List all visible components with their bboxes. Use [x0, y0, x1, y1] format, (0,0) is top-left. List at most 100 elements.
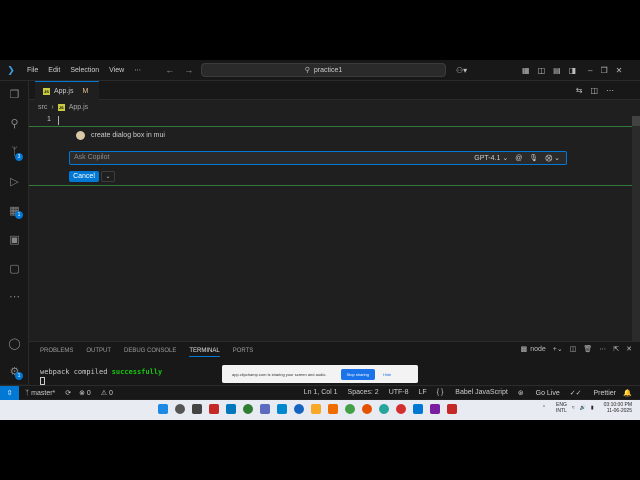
outlook-icon[interactable] — [277, 404, 287, 414]
layout-customize-icon[interactable]: ▦ — [518, 66, 534, 75]
open-changes-icon[interactable]: ⇆ — [572, 86, 587, 95]
store-icon[interactable] — [226, 404, 236, 414]
tab-ports[interactable]: PORTS — [233, 348, 254, 357]
remote-indicator-icon[interactable]: ⇳ — [0, 386, 19, 400]
vscode-taskbar-icon[interactable] — [413, 404, 423, 414]
split-terminal-icon[interactable]: ◫ — [570, 345, 577, 353]
workspace-name: practice1 — [313, 66, 343, 74]
tab-debug-console[interactable]: DEBUG CONSOLE — [124, 348, 176, 357]
cancel-button[interactable]: Cancel — [69, 171, 99, 182]
settings-gear-icon[interactable]: ⚙ 1 — [0, 360, 29, 382]
opera-icon[interactable] — [396, 404, 406, 414]
menu-view[interactable]: View — [104, 67, 129, 74]
language-mode[interactable]: { } Babel JavaScript — [437, 389, 508, 397]
whatsapp-icon[interactable] — [243, 404, 253, 414]
teams-icon[interactable] — [260, 404, 270, 414]
terminal-icon: ▩ — [520, 346, 528, 353]
stop-sharing-button[interactable]: Stop sharing — [340, 368, 375, 380]
prettier-status[interactable]: ✓✓ Prettier — [570, 389, 616, 397]
search-icon[interactable] — [175, 404, 185, 414]
command-center-search[interactable]: ⚲ practice1 — [201, 63, 446, 77]
inline-chat-border-bottom — [29, 185, 632, 186]
more-actions-icon[interactable]: ⋯ — [602, 86, 618, 95]
split-editor-icon[interactable]: ◫ — [586, 86, 602, 95]
remote-explorer-icon[interactable]: ▣ — [0, 228, 29, 250]
minimize-icon[interactable]: – — [584, 66, 596, 75]
copilot-menu[interactable]: ⚇▾ — [452, 60, 471, 81]
menu-file[interactable]: File — [22, 67, 43, 74]
terminal-text: webpack compiled — [40, 368, 112, 376]
accounts-icon[interactable]: ◯ — [0, 332, 29, 354]
ask-copilot-input[interactable]: Ask Copilot — [74, 154, 109, 161]
extensions-badge: 1 — [15, 211, 23, 219]
task-view-icon[interactable] — [192, 404, 202, 414]
breadcrumb-folder[interactable]: src — [38, 104, 47, 111]
tab-problems[interactable]: PROBLEMS — [40, 348, 73, 357]
ask-copilot-input-box[interactable]: Ask Copilot GPT-4.1 ⌄ @ 🎙 ⨂ ⌄ — [69, 151, 567, 165]
toggle-sidebar-icon[interactable]: ◫ — [534, 66, 550, 75]
hide-link[interactable]: Hide — [383, 372, 391, 377]
clipchamp-icon[interactable] — [447, 404, 457, 414]
explorer-icon[interactable]: ❐ — [0, 83, 29, 105]
cursor-position[interactable]: Ln 1, Col 1 — [304, 389, 338, 397]
more-icon[interactable]: ⋯ — [599, 345, 606, 353]
scrollbar-thumb[interactable] — [632, 116, 640, 126]
tray-overflow-icon[interactable]: ⌃ — [542, 405, 546, 411]
back-arrow-icon[interactable]: ← — [160, 65, 179, 75]
terminal-name[interactable]: node — [530, 346, 546, 353]
close-panel-icon[interactable]: ✕ — [626, 345, 632, 353]
app-icon-red[interactable] — [209, 404, 219, 414]
firefox-icon[interactable] — [362, 404, 372, 414]
tab-app-js[interactable]: JS App.js M — [35, 81, 99, 100]
terminal-cursor — [40, 377, 45, 385]
microphone-icon[interactable]: 🎙 — [529, 154, 538, 162]
more-views-icon[interactable]: ⋯ — [0, 285, 29, 307]
menu-edit[interactable]: Edit — [43, 67, 65, 74]
volume-icon[interactable]: 🔊 — [580, 405, 586, 411]
forward-arrow-icon[interactable]: → — [179, 65, 198, 75]
run-debug-icon[interactable]: ▷ — [0, 170, 29, 192]
tab-output[interactable]: OUTPUT — [86, 348, 111, 357]
edge-icon[interactable] — [379, 404, 389, 414]
maximize-panel-icon[interactable]: ⇱ — [613, 345, 619, 353]
input-language[interactable]: ENG INTL — [551, 402, 567, 414]
go-live-status[interactable]: ⊛ Go Live — [518, 389, 560, 397]
model-picker[interactable]: GPT-4.1 ⌄ — [467, 154, 508, 162]
toggle-panel-icon[interactable]: ▤ — [549, 66, 565, 75]
menu-more[interactable]: ⋯ — [129, 66, 146, 74]
editor-scrollbar[interactable] — [632, 116, 640, 341]
toggle-secondary-sidebar-icon[interactable]: ◨ — [565, 66, 581, 75]
encoding[interactable]: UTF-8 — [389, 389, 409, 397]
chrome-icon[interactable] — [345, 404, 355, 414]
letterbox-bottom — [0, 420, 640, 480]
close-icon[interactable]: ✕ — [612, 66, 627, 75]
kill-terminal-icon[interactable]: 🗑 — [583, 345, 592, 353]
tab-terminal[interactable]: TERMINAL — [189, 348, 220, 357]
branch-status[interactable]: ᛉ master* ⟳ — [25, 389, 71, 397]
testing-icon[interactable]: ▢ — [0, 257, 29, 279]
editor-tabs: JS App.js M ⇆ ◫ ⋯ — [29, 81, 640, 100]
new-terminal-icon[interactable]: +⌄ — [553, 345, 563, 353]
brave-icon[interactable] — [328, 404, 338, 414]
copilot-icon[interactable]: ⚇▾ — [452, 66, 471, 75]
line-ending[interactable]: LF — [419, 389, 427, 397]
indentation[interactable]: Spaces: 2 — [348, 389, 379, 397]
wifi-icon[interactable]: ≈ — [572, 405, 575, 411]
stop-icon[interactable]: ⨂ ⌄ — [545, 154, 560, 162]
app-icon-purple[interactable] — [430, 404, 440, 414]
search-view-icon[interactable]: ⚲ — [0, 112, 29, 134]
menu-selection[interactable]: Selection — [65, 67, 104, 74]
problems-status[interactable]: ⊗ 0 ⚠ 0 — [79, 389, 121, 397]
file-explorer-icon[interactable] — [311, 404, 321, 414]
restore-icon[interactable]: ❐ — [596, 66, 611, 75]
clock[interactable]: 03:10:00 PM 11-06-2025 — [599, 402, 632, 414]
battery-icon[interactable]: ▮ — [591, 405, 594, 411]
cancel-dropdown-chevron-icon[interactable]: ⌄ — [101, 171, 115, 182]
notifications-bell-icon[interactable]: 🔔 — [623, 389, 632, 397]
app-icon-blue[interactable] — [294, 404, 304, 414]
extensions-icon[interactable]: ▦ 1 — [0, 199, 29, 221]
start-windows-icon[interactable] — [158, 404, 168, 414]
mention-icon[interactable]: @ — [515, 155, 522, 162]
source-control-icon[interactable]: ᛉ3 — [0, 141, 29, 163]
breadcrumb-file[interactable]: App.js — [69, 104, 88, 111]
